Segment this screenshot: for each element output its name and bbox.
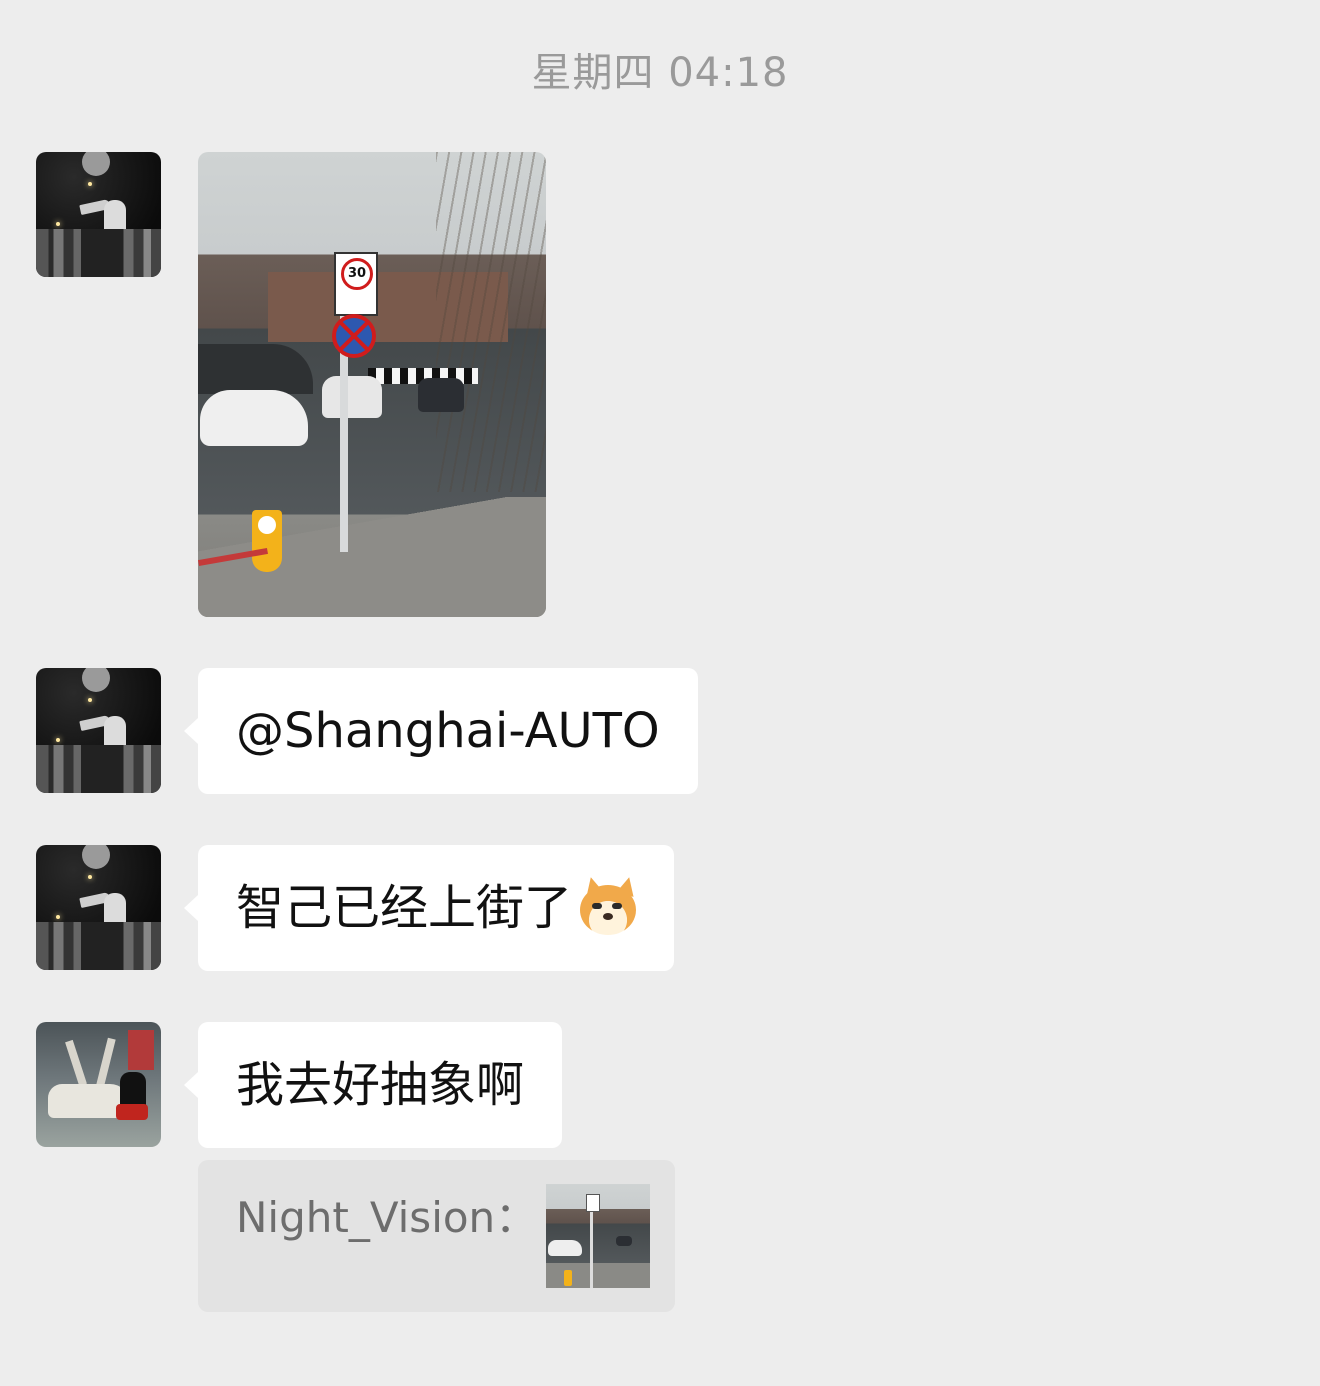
star-icon bbox=[88, 875, 92, 879]
white-car bbox=[322, 376, 382, 418]
dark-car bbox=[418, 378, 464, 412]
speed-limit-value: 30 bbox=[341, 258, 373, 290]
quote-sender-label: Night_Vision： bbox=[236, 1193, 538, 1242]
dark-car bbox=[616, 1236, 632, 1246]
city-skyline bbox=[36, 922, 161, 970]
message-text: @Shanghai-AUTO bbox=[236, 703, 660, 759]
red-shorts bbox=[116, 1104, 148, 1120]
quoted-message[interactable]: Night_Vision： bbox=[198, 1160, 675, 1312]
white-car bbox=[548, 1240, 582, 1256]
doge-face-icon bbox=[578, 875, 638, 937]
avatar[interactable] bbox=[36, 845, 161, 970]
white-car bbox=[200, 390, 308, 446]
avatar[interactable] bbox=[36, 1022, 161, 1147]
bollard bbox=[564, 1270, 572, 1286]
wall bbox=[198, 344, 313, 394]
avatar[interactable] bbox=[36, 152, 161, 277]
star-icon bbox=[56, 222, 60, 226]
city-skyline bbox=[36, 745, 161, 793]
star-icon bbox=[56, 738, 60, 742]
star-icon bbox=[88, 698, 92, 702]
message-text: 我去好抽象啊 bbox=[236, 1057, 525, 1113]
car-door bbox=[96, 1037, 116, 1087]
moon-icon bbox=[82, 845, 110, 869]
message-image[interactable]: 30 bbox=[198, 152, 546, 617]
city-skyline bbox=[36, 229, 161, 277]
speed-limit-sign: 30 bbox=[334, 252, 378, 316]
no-stopping-sign bbox=[332, 314, 376, 358]
bollard bbox=[252, 510, 282, 572]
message-text: 智己已经上街了 bbox=[236, 880, 573, 936]
poster bbox=[128, 1030, 154, 1070]
sign-pole bbox=[590, 1204, 593, 1288]
car-door bbox=[65, 1039, 87, 1087]
message-bubble[interactable]: @Shanghai-AUTO bbox=[184, 668, 698, 794]
quote-thumbnail[interactable] bbox=[546, 1184, 650, 1288]
avatar[interactable] bbox=[36, 668, 161, 793]
star-icon bbox=[88, 182, 92, 186]
timestamp: 星期四 04:18 bbox=[531, 50, 789, 96]
moon-icon bbox=[82, 152, 110, 176]
trees bbox=[436, 152, 546, 492]
message-bubble[interactable]: 我去好抽象啊 bbox=[183, 1022, 563, 1148]
moon-icon bbox=[82, 668, 110, 692]
message-bubble[interactable]: 智己已经上街了 bbox=[183, 845, 675, 971]
speed-limit-sign bbox=[586, 1194, 600, 1212]
star-icon bbox=[56, 915, 60, 919]
